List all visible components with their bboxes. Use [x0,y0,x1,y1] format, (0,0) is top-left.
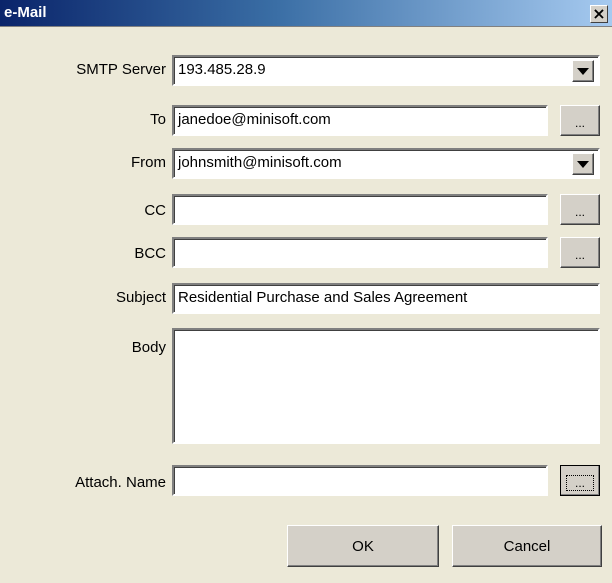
cc-label: CC [144,202,166,219]
subject-label: Subject [115,289,166,306]
to-value: janedoe@minisoft.com [178,111,331,128]
smtp-server-combobox[interactable]: 193.485.28.9 [172,55,600,86]
from-label: From [131,154,166,171]
cancel-button[interactable]: Cancel [452,525,602,567]
dropdown-arrow-icon [577,67,589,75]
window-title: e-Mail [4,4,47,21]
to-field[interactable]: janedoe@minisoft.com [172,105,548,136]
bcc-field[interactable] [172,237,548,268]
ok-button[interactable]: OK [287,525,439,567]
subject-field[interactable]: Residential Purchase and Sales Agreement [172,283,600,314]
from-dropdown-button[interactable] [572,153,594,175]
body-label: Body [131,339,166,356]
bcc-label: BCC [134,245,166,262]
smtp-server-dropdown-button[interactable] [572,60,594,82]
attach-name-label: Attach. Name [75,474,166,491]
cc-browse-button[interactable]: ... [560,194,600,225]
smtp-server-label: SMTP Server [76,61,166,78]
title-bar: e-Mail × [0,0,612,27]
smtp-server-value: 193.485.28.9 [178,61,266,78]
subject-value: Residential Purchase and Sales Agreement [178,289,468,306]
bcc-browse-button[interactable]: ... [560,237,600,268]
attach-browse-button[interactable]: ... [560,465,600,496]
attach-name-field[interactable] [172,465,548,496]
to-browse-button[interactable]: ... [560,105,600,136]
close-icon: × [592,3,606,23]
body-textarea[interactable] [172,328,600,444]
from-combobox[interactable]: johnsmith@minisoft.com [172,148,600,179]
from-value: johnsmith@minisoft.com [178,154,342,171]
to-label: To [150,111,166,128]
dropdown-arrow-icon [577,160,589,168]
cc-field[interactable] [172,194,548,225]
close-button[interactable]: × [590,5,608,23]
